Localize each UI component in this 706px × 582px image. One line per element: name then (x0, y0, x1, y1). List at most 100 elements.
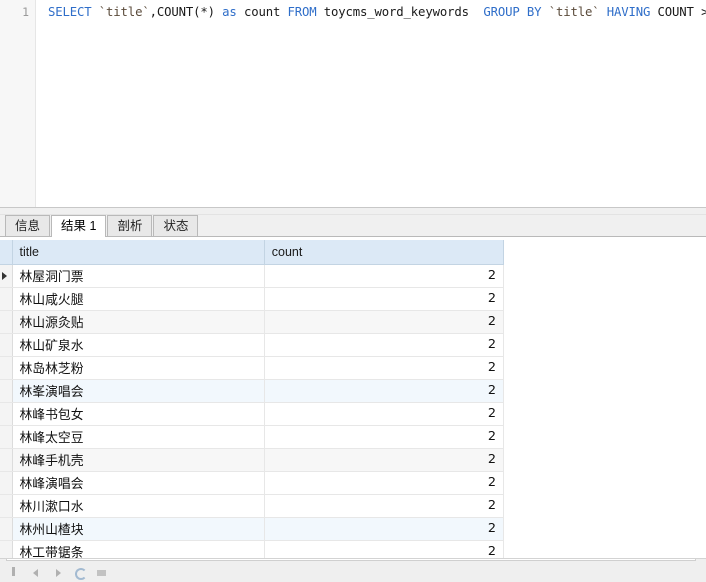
row-selector-header[interactable] (0, 240, 13, 265)
result-grid: title count 林屋洞门票 2 林山咸火腿 2 林山源灸贴 2 林山矿泉水 2 林岛林芝… (0, 240, 505, 558)
results-tab-label: 信息 (15, 219, 41, 233)
row-selector-cell[interactable] (0, 264, 13, 288)
cell-title[interactable]: 林工带锯条 (12, 540, 265, 558)
table-row[interactable]: 林峰手机壳 2 (0, 448, 505, 472)
cell-title[interactable]: 林峰书包女 (12, 402, 265, 426)
cell-count[interactable]: 2 (264, 287, 505, 311)
editor-line-number: 1 (22, 5, 29, 19)
cell-title[interactable]: 林山矿泉水 (12, 333, 265, 357)
cell-title[interactable]: 林州山楂块 (12, 517, 265, 541)
column-header-count[interactable]: count (264, 240, 505, 265)
row-selector-cell[interactable] (0, 517, 13, 541)
table-row[interactable]: 林山咸火腿 2 (0, 287, 505, 311)
results-tab-0[interactable]: 信息 (5, 215, 51, 236)
column-header-title[interactable]: title (12, 240, 265, 265)
sql-token-15: GROUP (483, 5, 520, 19)
results-tab-strip: 信息 结果 1 剖析 状态 (0, 215, 706, 237)
table-row[interactable]: 林峰书包女 2 (0, 402, 505, 426)
record-first-icon[interactable] (8, 567, 20, 579)
grid-bottom-bar (0, 558, 706, 582)
cell-title[interactable]: 林屋洞门票 (12, 264, 265, 288)
table-row[interactable]: 林峰太空豆 2 (0, 425, 505, 449)
sql-token-23: COUNT (657, 5, 694, 19)
record-next-icon[interactable] (52, 567, 64, 579)
cell-title[interactable]: 林峯演唱会 (12, 379, 265, 403)
cell-editor-field[interactable] (6, 559, 696, 561)
stop-icon[interactable] (96, 567, 108, 579)
refresh-icon[interactable] (74, 567, 87, 580)
cell-count[interactable]: 2 (264, 425, 505, 449)
sql-token-1 (92, 5, 99, 19)
sql-token-0: SELECT (48, 5, 92, 19)
table-row[interactable]: 林峯演唱会 2 (0, 379, 505, 403)
row-selector-cell[interactable] (0, 287, 13, 311)
table-row[interactable]: 林山矿泉水 2 (0, 333, 505, 357)
result-grid-header: title count (0, 240, 505, 265)
sql-editor[interactable]: 1 SELECT `title`,COUNT(*) as count FROM … (0, 0, 706, 208)
cell-count[interactable]: 2 (264, 310, 505, 334)
sql-client-window: 1 SELECT `title`,COUNT(*) as count FROM … (0, 0, 706, 582)
sql-statement-line[interactable]: SELECT `title`,COUNT(*) as count FROM to… (48, 4, 706, 20)
table-row[interactable]: 林屋洞门票 2 (0, 264, 505, 288)
row-selector-cell[interactable] (0, 540, 13, 558)
results-tab-3[interactable]: 状态 (153, 215, 199, 236)
cell-count[interactable]: 2 (264, 517, 505, 541)
table-row[interactable]: 林峰演唱会 2 (0, 471, 505, 495)
table-row[interactable]: 林岛林芝粉 2 (0, 356, 505, 380)
cell-count[interactable]: 2 (264, 471, 505, 495)
row-selector-cell[interactable] (0, 379, 13, 403)
sql-token-7: as (222, 5, 237, 19)
sql-token-17: BY (526, 5, 542, 19)
record-prev-icon[interactable] (30, 567, 42, 579)
row-selector-cell[interactable] (0, 356, 13, 380)
record-navigator (8, 567, 108, 580)
row-selector-cell[interactable] (0, 425, 13, 449)
cell-count[interactable]: 2 (264, 379, 505, 403)
cell-title[interactable]: 林峰手机壳 (12, 448, 265, 472)
sql-token-3: , (149, 5, 157, 19)
cell-title[interactable]: 林峰太空豆 (12, 425, 265, 449)
row-selector-cell[interactable] (0, 310, 13, 334)
result-grid-body: 林屋洞门票 2 林山咸火腿 2 林山源灸贴 2 林山矿泉水 2 林岛林芝粉 2 林峯演唱会 2 林峰书包… (0, 264, 505, 558)
results-tab-2[interactable]: 剖析 (107, 215, 153, 236)
sql-token-24 (694, 5, 701, 19)
sql-token-25: > (701, 5, 706, 19)
row-selector-cell[interactable] (0, 402, 13, 426)
sql-token-12 (317, 5, 324, 19)
results-tab-label: 结果 1 (61, 219, 97, 233)
cell-count[interactable]: 2 (264, 448, 505, 472)
row-selector-cell[interactable] (0, 448, 13, 472)
cell-title[interactable]: 林川漱口水 (12, 494, 265, 518)
cell-title[interactable]: 林山咸火腿 (12, 287, 265, 311)
table-row[interactable]: 林山源灸贴 2 (0, 310, 505, 334)
cell-count[interactable]: 2 (264, 402, 505, 426)
sql-token-13: toycms_word_keywords (323, 5, 469, 19)
cell-title[interactable]: 林山源灸贴 (12, 310, 265, 334)
sql-token-8 (237, 5, 244, 19)
sql-token-19: `title` (548, 5, 600, 19)
table-row[interactable]: 林工带锯条 2 (0, 540, 505, 558)
sql-token-4: COUNT (156, 5, 194, 19)
sql-token-16 (520, 5, 527, 19)
sql-token-2: `title` (98, 5, 150, 19)
cell-count[interactable]: 2 (264, 494, 505, 518)
editor-results-splitter[interactable] (0, 208, 706, 215)
results-tab-label: 状态 (163, 219, 189, 233)
cell-count[interactable]: 2 (264, 540, 505, 558)
row-selector-cell[interactable] (0, 494, 13, 518)
cell-count[interactable]: 2 (264, 264, 505, 288)
table-row[interactable]: 林州山楂块 2 (0, 517, 505, 541)
sql-token-21: HAVING (606, 5, 651, 19)
cell-count[interactable]: 2 (264, 333, 505, 357)
row-selector-cell[interactable] (0, 333, 13, 357)
table-row[interactable]: 林川漱口水 2 (0, 494, 505, 518)
cell-title[interactable]: 林岛林芝粉 (12, 356, 265, 380)
cell-title[interactable]: 林峰演唱会 (12, 471, 265, 495)
sql-token-18 (541, 5, 548, 19)
row-selector-cell[interactable] (0, 471, 13, 495)
cell-count[interactable]: 2 (264, 356, 505, 380)
result-grid-panel[interactable]: title count 林屋洞门票 2 林山咸火腿 2 林山源灸贴 2 林山矿泉水 2 林岛林芝… (0, 237, 706, 558)
current-row-arrow-icon (2, 271, 7, 280)
results-tab-1[interactable]: 结果 1 (51, 215, 107, 237)
editor-code-area[interactable]: SELECT `title`,COUNT(*) as count FROM to… (37, 0, 706, 207)
